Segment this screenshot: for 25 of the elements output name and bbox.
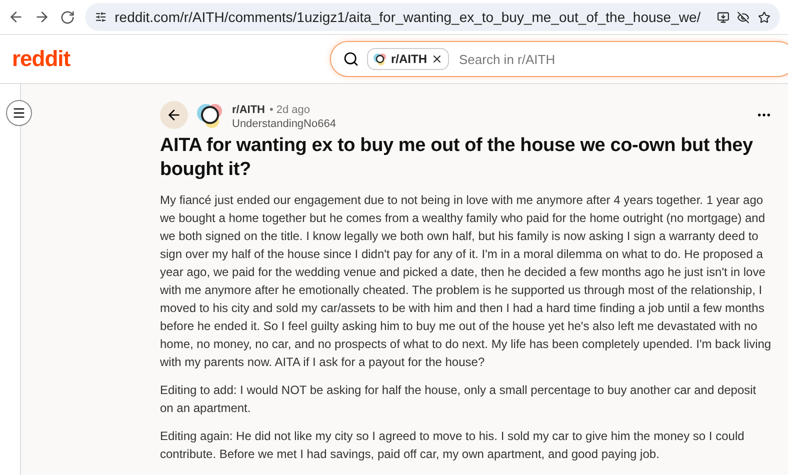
menu-icon — [12, 106, 26, 120]
menu-button[interactable] — [6, 100, 32, 126]
chip-label: r/AITH — [391, 52, 427, 66]
close-icon[interactable] — [431, 53, 443, 65]
post-title: AITA for wanting ex to buy me out of the house we co-own but they bought it? — [160, 134, 754, 182]
subreddit-icon — [373, 52, 387, 66]
address-bar[interactable]: reddit.com/r/AITH/comments/1uzigz1/aita_for_wanting_ex_to_buy_me_out_of_the_house_we/ — [85, 3, 780, 31]
eye-off-icon[interactable] — [737, 10, 750, 24]
post-age: • 2d ago — [269, 104, 310, 116]
subreddit-name[interactable]: r/AITH — [232, 104, 265, 116]
post-paragraph: My fiancé just ended our engagement due to not being in love with me anymore after 4 years together. 1 year ago we bought a home together but he comes from a wealthy family who paid for the home outright (no mortgage) and we both signed on the title. I know legally we both own half, but his family is now asking I sign a warranty deed to sign over my half of the house since I didn't pay for any of it. I'm in a moral dilemma on what to do. He proposed a year ago, we paid for the wedding venue and picked a date, then he decided a few months ago he just isn't in love with me anymore after he emotionally cheated. The problem is he supported us through most of the relationship, I moved to his city and sold my car/assets to be with him and then I had a hard time finding a job until a few months before he ended it. So I feel guilty asking him to buy me out of the house yet he's also left me devastated with no home, no money, no car, and no prospects of what to do next. My life has been completely upended. I'm back living with my parents now. AITA if I ask for a payout for the house? — [160, 192, 772, 371]
bookmark-star-icon[interactable] — [758, 10, 770, 24]
post-paragraph: Editing to add: I would NOT be asking for half the house, only a small percentage to buy another car and deposit on an apartment. — [160, 382, 758, 417]
search-icon — [343, 51, 359, 67]
post-paragraph: Editing again: He did not like my city so I agreed to move to his. I sold my car to give him the money so I could contribute. Before we met I had savings, paid off car, my own apartment, and good paying job. — [160, 428, 746, 463]
back-button[interactable] — [160, 101, 188, 129]
back-icon[interactable] — [8, 9, 24, 25]
search-field[interactable]: r/AITH Search in r/AITH — [330, 41, 788, 77]
author-name[interactable]: UnderstandingNo664 — [232, 118, 336, 130]
forward-icon[interactable] — [34, 9, 50, 25]
subreddit-chip[interactable]: r/AITH — [367, 48, 449, 70]
subreddit-icon — [196, 101, 224, 129]
reload-icon[interactable] — [60, 10, 75, 24]
site-settings-icon[interactable] — [95, 10, 107, 24]
install-icon[interactable] — [716, 10, 730, 24]
